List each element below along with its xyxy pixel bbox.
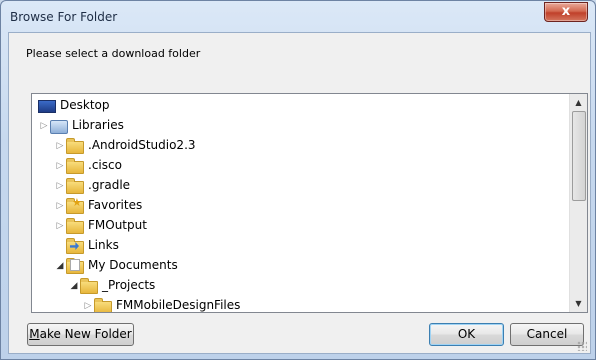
dialog-body: Please select a download folder Desktop … — [8, 32, 591, 354]
ok-button[interactable]: OK — [429, 323, 504, 346]
expand-arrow-icon[interactable]: ▷ — [54, 176, 66, 196]
tree-item-label: Links — [88, 238, 119, 252]
close-button[interactable]: x — [544, 2, 588, 22]
tree-item-label: .cisco — [88, 158, 122, 172]
collapse-arrow-icon[interactable]: ◢ — [68, 276, 80, 296]
cancel-label: Cancel — [526, 327, 568, 341]
tree-item-fmmobiledesignfiles[interactable]: ▷ FMMobileDesignFiles — [82, 295, 241, 313]
expand-arrow-icon[interactable]: ▷ — [54, 156, 66, 176]
scroll-up-arrow-icon[interactable]: ▲ — [570, 94, 587, 111]
scroll-down-arrow-icon[interactable]: ▼ — [570, 295, 587, 312]
tree-item-label: .AndroidStudio2.3 — [88, 138, 196, 152]
tree-item-label: _Projects — [102, 278, 156, 292]
cancel-button[interactable]: Cancel — [510, 323, 584, 346]
tree-item-label: Favorites — [88, 198, 143, 212]
tree-item-label: FMOutput — [88, 218, 147, 232]
folder-icon — [66, 138, 84, 154]
tree-item-gradle[interactable]: ▷ .gradle — [54, 175, 130, 195]
tree-item-label: My Documents — [88, 258, 178, 272]
links-folder-icon — [66, 238, 84, 254]
close-icon: x — [561, 4, 571, 19]
tree-item-androidstudio[interactable]: ▷ .AndroidStudio2.3 — [54, 135, 196, 155]
favorites-folder-icon: ★ — [66, 197, 84, 214]
tree-item-label: FMMobileDesignFiles — [116, 298, 241, 312]
collapse-arrow-icon[interactable]: ◢ — [54, 256, 66, 276]
expand-arrow-icon[interactable]: ▷ — [54, 216, 66, 236]
tree-item-label: Libraries — [72, 118, 124, 132]
dialog-title: Browse For Folder — [10, 10, 118, 24]
folder-tree[interactable]: Desktop ▷ Libraries ▷ .AndroidStudio2.3 ▷.… — [31, 93, 588, 313]
expand-arrow-icon[interactable]: ▷ — [54, 136, 66, 156]
tree-item-links[interactable]: Links — [66, 235, 119, 255]
folder-icon — [66, 218, 84, 234]
make-new-folder-label: ake New Folder — [39, 327, 132, 341]
tree-item-desktop[interactable]: Desktop — [38, 95, 110, 115]
vertical-scrollbar[interactable]: ▲ ▼ — [569, 94, 587, 312]
make-new-folder-button[interactable]: Make New Folder — [27, 323, 134, 346]
folder-icon — [66, 158, 84, 174]
tree-item-label: Desktop — [60, 98, 110, 112]
ok-label: OK — [457, 327, 476, 341]
folder-icon — [80, 278, 98, 294]
expand-arrow-icon[interactable]: ▷ — [82, 296, 94, 313]
expand-arrow-icon[interactable]: ▷ — [38, 116, 50, 136]
tree-item-favorites[interactable]: ▷ ★ Favorites — [54, 195, 142, 215]
tree-item-label: .gradle — [88, 178, 131, 192]
folder-icon — [94, 298, 112, 312]
documents-folder-icon — [66, 258, 84, 274]
tree-item-libraries[interactable]: ▷ Libraries — [38, 115, 124, 135]
tree-item-fmoutput[interactable]: ▷ FMOutput — [54, 215, 147, 235]
prompt-text: Please select a download folder — [26, 47, 201, 60]
browse-folder-dialog: Browse For Folder x Please select a down… — [0, 0, 596, 360]
tree-item-my-documents[interactable]: ◢ My Documents — [54, 255, 178, 275]
tree-item-cisco[interactable]: ▷ .cisco — [54, 155, 122, 175]
title-bar[interactable]: Browse For Folder x — [1, 1, 595, 31]
tree-item-projects[interactable]: ◢ _Projects — [68, 275, 155, 295]
scrollbar-thumb[interactable] — [572, 111, 586, 201]
libraries-icon — [50, 119, 68, 134]
resize-grip-icon[interactable] — [577, 341, 587, 351]
desktop-icon — [38, 99, 56, 113]
expand-arrow-icon[interactable]: ▷ — [54, 196, 66, 216]
mnemonic-m: M — [29, 327, 40, 341]
folder-icon — [66, 178, 84, 194]
